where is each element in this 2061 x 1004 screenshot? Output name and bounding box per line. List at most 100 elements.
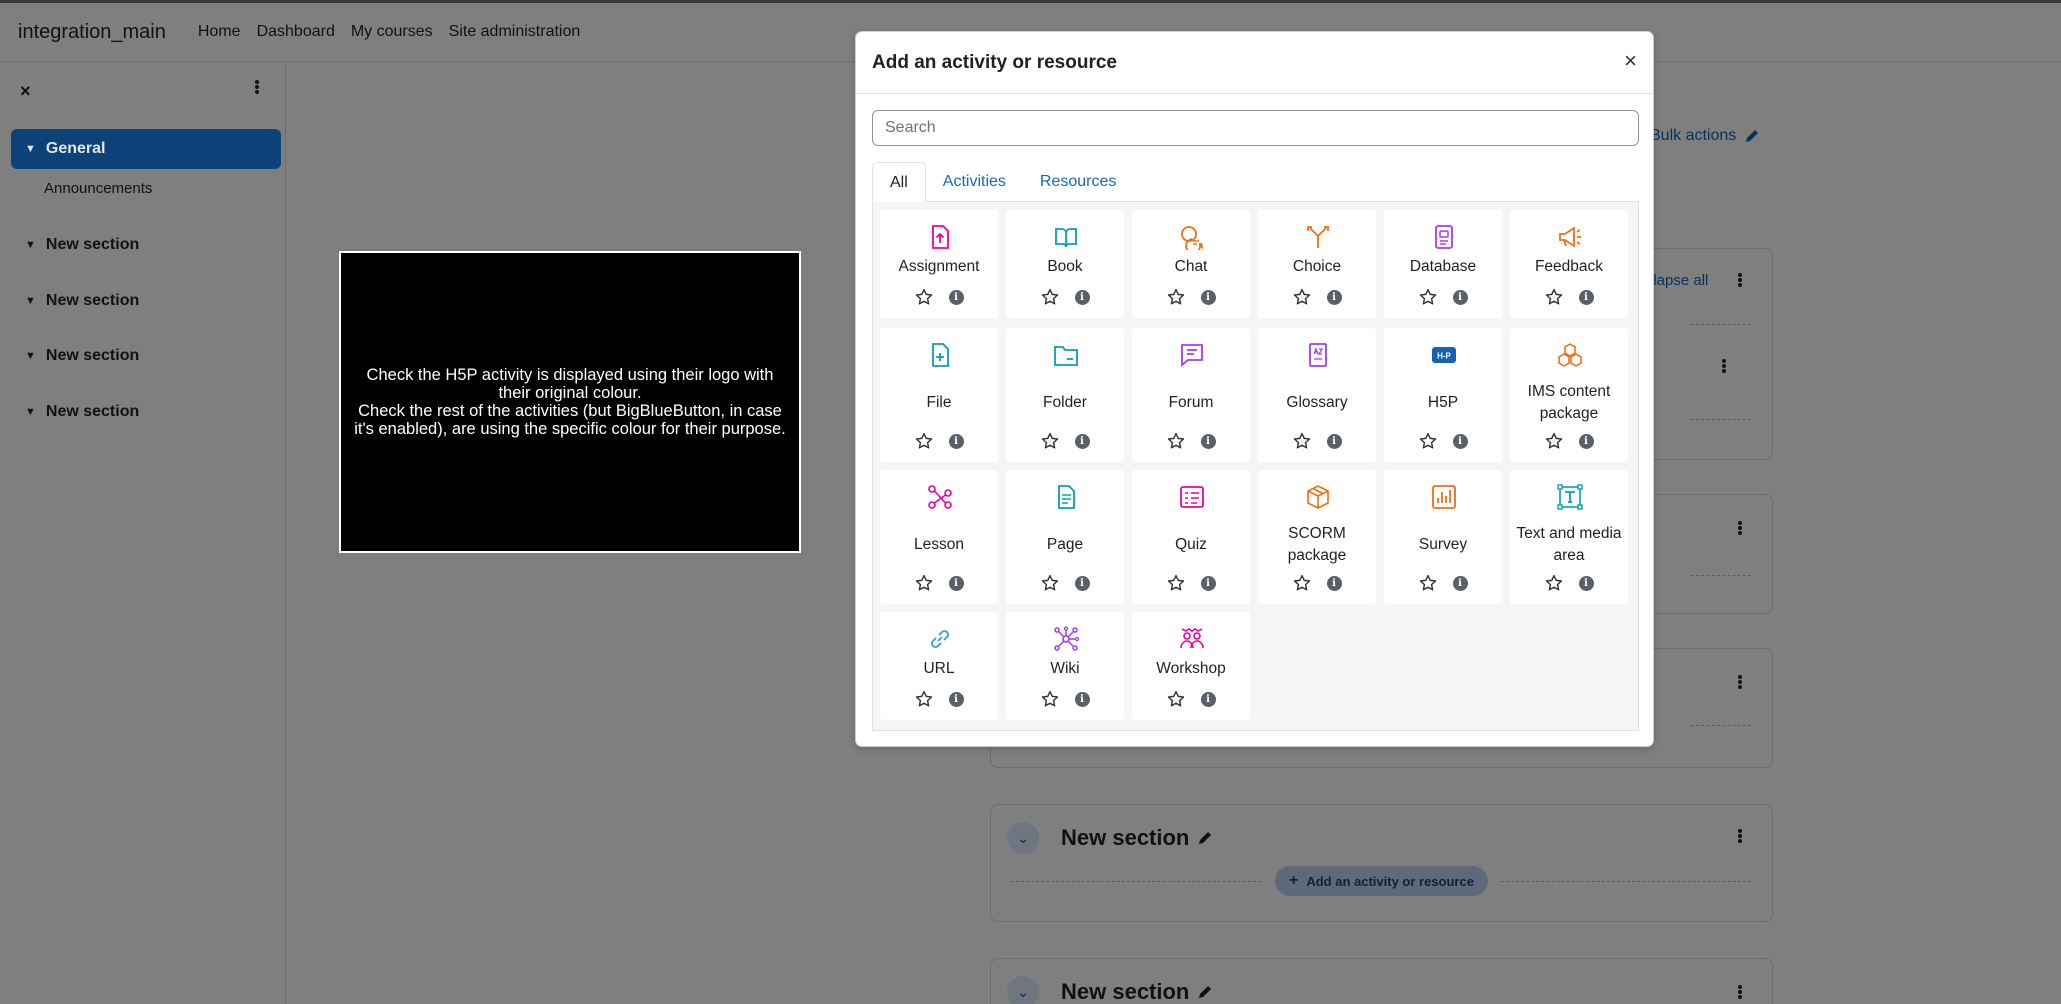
activity-tile-forum[interactable]: Forum i (1132, 328, 1250, 462)
info-icon[interactable]: i (1578, 575, 1594, 591)
activity-tile-h5p[interactable]: H-P H5P i (1384, 328, 1502, 462)
drawer-close-icon[interactable]: × (20, 81, 31, 102)
pencil-icon[interactable] (1197, 984, 1213, 1000)
activity-name: Feedback (1534, 258, 1604, 275)
search-input[interactable] (872, 110, 1639, 146)
info-icon[interactable]: i (1074, 433, 1090, 449)
tab-activities[interactable]: Activities (926, 162, 1023, 202)
choice-icon (1307, 226, 1329, 248)
star-icon[interactable] (915, 574, 933, 592)
section-menu-icon[interactable] (1736, 521, 1744, 535)
activity-tile-folder[interactable]: Folder i (1006, 328, 1124, 462)
activity-tile-glossary[interactable]: Glossary i (1258, 328, 1376, 462)
nav-site-administration[interactable]: Site administration (449, 23, 581, 41)
section-4-title[interactable]: New section (1061, 825, 1189, 851)
info-icon[interactable]: i (1326, 289, 1342, 305)
activity-tile-survey[interactable]: Survey i (1384, 470, 1502, 604)
activity-menu-icon[interactable] (1720, 359, 1728, 373)
star-icon[interactable] (1419, 574, 1437, 592)
info-icon[interactable]: i (948, 691, 964, 707)
nav-home[interactable]: Home (198, 23, 241, 41)
nav-my-courses[interactable]: My courses (351, 23, 433, 41)
course-index-section-3[interactable]: ▼ New section (11, 336, 281, 376)
star-icon[interactable] (1545, 574, 1563, 592)
info-icon[interactable]: i (948, 575, 964, 591)
star-icon[interactable] (915, 432, 933, 450)
course-index-general[interactable]: ▼ General (11, 129, 281, 169)
activity-tile-chat[interactable]: Chat i (1132, 210, 1250, 318)
tile-actions: i (880, 690, 998, 708)
info-icon[interactable]: i (948, 289, 964, 305)
section-menu-icon[interactable] (1736, 829, 1744, 843)
info-icon[interactable]: i (1452, 433, 1468, 449)
info-icon[interactable]: i (1578, 433, 1594, 449)
activity-tile-choice[interactable]: Choice i (1258, 210, 1376, 318)
bulk-actions-link[interactable]: Bulk actions (1650, 127, 1760, 145)
activity-tile-lesson[interactable]: Lesson i (880, 470, 998, 604)
section-menu-icon[interactable] (1736, 985, 1744, 999)
course-index-section-2[interactable]: ▼ New section (11, 281, 281, 321)
collapse-all-link[interactable]: llapse all (1650, 272, 1708, 289)
info-icon[interactable]: i (1200, 575, 1216, 591)
star-icon[interactable] (1293, 288, 1311, 306)
info-icon[interactable]: i (948, 433, 964, 449)
site-brand[interactable]: integration_main (18, 21, 166, 44)
chevron-down-icon[interactable]: ⌄ (1007, 976, 1039, 1004)
activity-tile-scorm-package[interactable]: SCORM package i (1258, 470, 1376, 604)
info-icon[interactable]: i (1326, 433, 1342, 449)
activity-tile-workshop[interactable]: Workshop i (1132, 612, 1250, 720)
tab-all[interactable]: All (872, 162, 926, 203)
info-icon[interactable]: i (1452, 289, 1468, 305)
section-menu-icon[interactable] (1736, 675, 1744, 689)
star-icon[interactable] (1041, 690, 1059, 708)
info-icon[interactable]: i (1200, 433, 1216, 449)
star-icon[interactable] (1545, 432, 1563, 450)
star-icon[interactable] (1167, 432, 1185, 450)
info-icon[interactable]: i (1452, 575, 1468, 591)
chevron-down-icon: ▼ (25, 143, 36, 155)
add-activity-button[interactable]: + Add an activity or resource (1275, 866, 1488, 896)
info-icon[interactable]: i (1074, 575, 1090, 591)
star-icon[interactable] (1041, 574, 1059, 592)
activity-tile-assignment[interactable]: Assignment i (880, 210, 998, 318)
star-icon[interactable] (1041, 432, 1059, 450)
drawer-menu-icon[interactable] (253, 80, 263, 100)
star-icon[interactable] (1167, 690, 1185, 708)
star-icon[interactable] (1545, 288, 1563, 306)
activity-tile-feedback[interactable]: Feedback i (1510, 210, 1628, 318)
course-index-section-4[interactable]: ▼ New section (11, 392, 281, 432)
chevron-down-icon[interactable]: ⌄ (1007, 822, 1039, 854)
course-index-announcements[interactable]: Announcements (44, 180, 152, 197)
star-icon[interactable] (915, 288, 933, 306)
star-icon[interactable] (1167, 574, 1185, 592)
star-icon[interactable] (1293, 574, 1311, 592)
info-icon[interactable]: i (1578, 289, 1594, 305)
section-menu-icon[interactable] (1736, 273, 1744, 287)
activity-tile-text-and-media-area[interactable]: Text and media area i (1510, 470, 1628, 604)
info-icon[interactable]: i (1200, 289, 1216, 305)
info-icon[interactable]: i (1200, 691, 1216, 707)
info-icon[interactable]: i (1074, 289, 1090, 305)
star-icon[interactable] (1167, 288, 1185, 306)
activity-tile-database[interactable]: Database i (1384, 210, 1502, 318)
star-icon[interactable] (915, 690, 933, 708)
star-icon[interactable] (1041, 288, 1059, 306)
star-icon[interactable] (1419, 288, 1437, 306)
pencil-icon[interactable] (1197, 830, 1213, 846)
activity-tile-quiz[interactable]: Quiz i (1132, 470, 1250, 604)
activity-tile-wiki[interactable]: Wiki i (1006, 612, 1124, 720)
activity-tile-page[interactable]: Page i (1006, 470, 1124, 604)
section-5-title[interactable]: New section (1061, 979, 1189, 1004)
activity-tile-book[interactable]: Book i (1006, 210, 1124, 318)
activity-tile-url[interactable]: URL i (880, 612, 998, 720)
tab-resources[interactable]: Resources (1023, 162, 1133, 202)
info-icon[interactable]: i (1326, 575, 1342, 591)
star-icon[interactable] (1293, 432, 1311, 450)
info-icon[interactable]: i (1074, 691, 1090, 707)
star-icon[interactable] (1419, 432, 1437, 450)
activity-tile-file[interactable]: File i (880, 328, 998, 462)
course-index-section-1[interactable]: ▼ New section (11, 225, 281, 265)
activity-tile-ims-content-package[interactable]: IMS content package i (1510, 328, 1628, 462)
close-icon[interactable]: × (1624, 50, 1637, 72)
nav-dashboard[interactable]: Dashboard (257, 23, 335, 41)
